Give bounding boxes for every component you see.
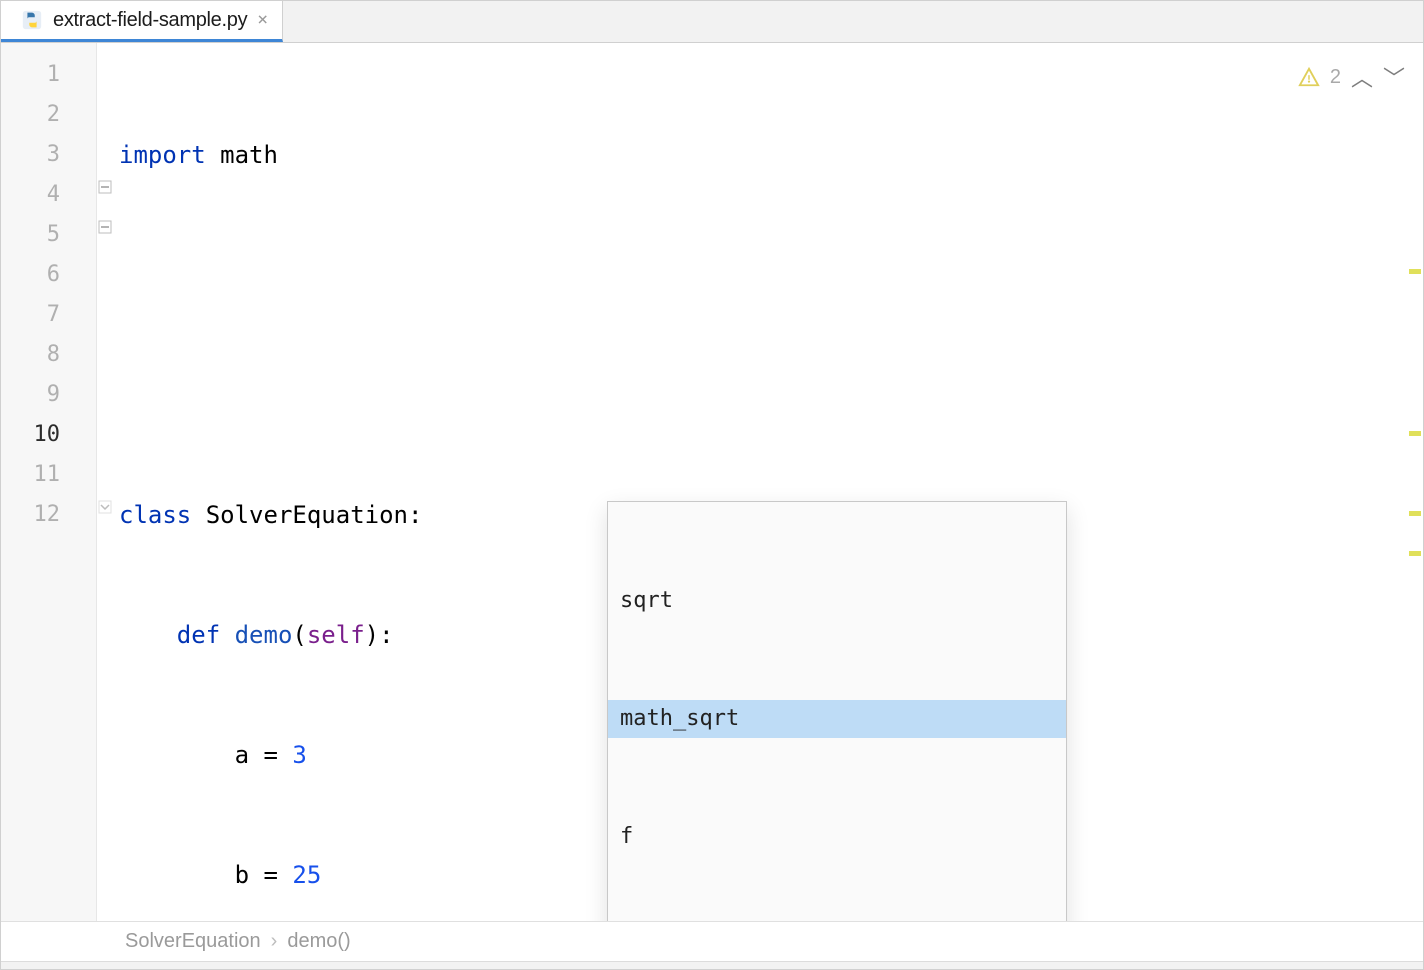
tab-bar: extract-field-sample.py ×: [1, 1, 1423, 43]
warning-icon: [1298, 66, 1320, 88]
error-stripe[interactable]: [1409, 43, 1423, 921]
code-line[interactable]: [119, 375, 1423, 415]
line-number: 2: [1, 95, 96, 135]
code-area[interactable]: import math class SolverEquation: def de…: [97, 43, 1423, 921]
line-number: 11: [1, 455, 96, 495]
python-file-icon: [21, 9, 43, 31]
chevron-down-icon[interactable]: ﹀: [1383, 61, 1405, 93]
code-line[interactable]: import math: [119, 135, 1423, 175]
rename-popup: sqrt math_sqrt f Press ↵ or ⇥ to replace…: [607, 501, 1067, 921]
breadcrumb-separator: ›: [271, 930, 278, 953]
breadcrumb: SolverEquation › demo(): [1, 921, 1423, 961]
rename-suggestion[interactable]: sqrt: [608, 582, 1066, 620]
line-number: 4: [1, 175, 96, 215]
warning-count: 2: [1330, 66, 1341, 89]
line-number: 6: [1, 255, 96, 295]
stripe-marker[interactable]: [1409, 551, 1421, 556]
code-line[interactable]: [119, 255, 1423, 295]
line-number: 7: [1, 295, 96, 335]
close-icon[interactable]: ×: [257, 11, 268, 29]
tab-filename: extract-field-sample.py: [53, 9, 247, 32]
gutter: 123456789101112: [1, 43, 97, 921]
line-number: 8: [1, 335, 96, 375]
stripe-marker[interactable]: [1409, 269, 1421, 274]
line-number: 1: [1, 55, 96, 95]
line-number: 10: [1, 415, 96, 455]
line-number: 9: [1, 375, 96, 415]
line-number: 3: [1, 135, 96, 175]
line-number: 5: [1, 215, 96, 255]
status-bar: [1, 961, 1423, 969]
rename-suggestion-selected[interactable]: math_sqrt: [608, 700, 1066, 738]
editor-tab[interactable]: extract-field-sample.py ×: [1, 1, 283, 42]
breadcrumb-item[interactable]: SolverEquation: [125, 930, 261, 953]
stripe-marker[interactable]: [1409, 511, 1421, 516]
line-number: 12: [1, 495, 96, 535]
breadcrumb-item[interactable]: demo(): [287, 930, 350, 953]
stripe-marker[interactable]: [1409, 431, 1421, 436]
chevron-up-icon[interactable]: ︿: [1351, 61, 1373, 93]
inspections-widget[interactable]: 2 ︿ ﹀: [1298, 61, 1405, 93]
rename-suggestion[interactable]: f: [608, 818, 1066, 856]
editor: 123456789101112 import math class Solver…: [1, 43, 1423, 921]
